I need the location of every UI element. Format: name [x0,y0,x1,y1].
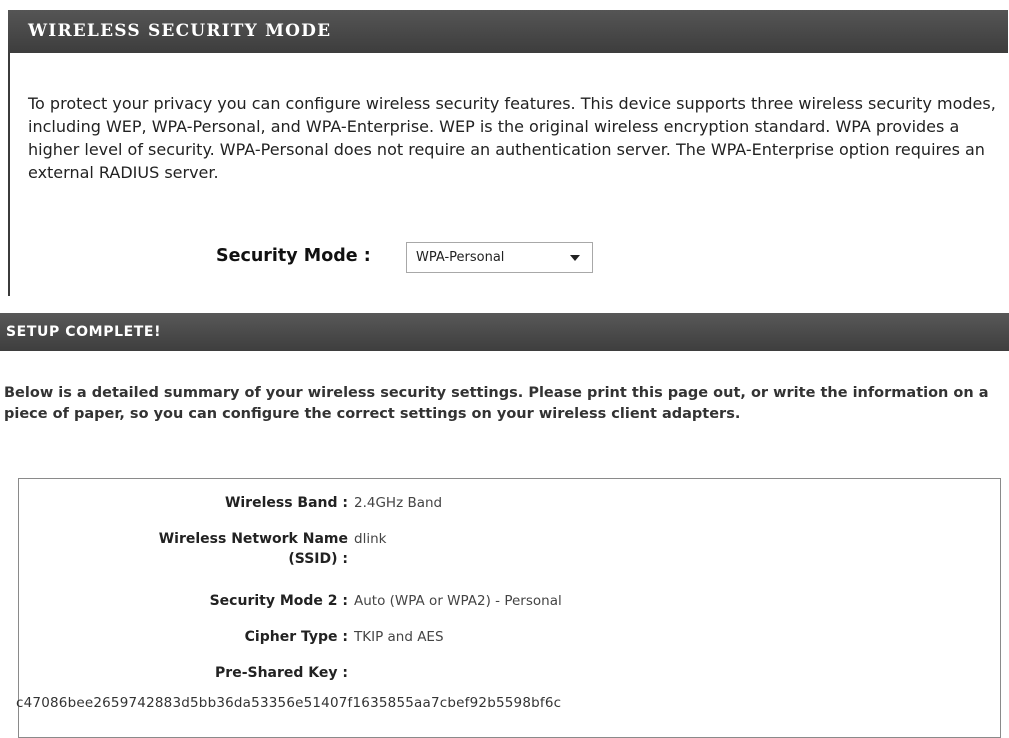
wireless-security-mode-panel: WIRELESS SECURITY MODE To protect your p… [8,10,1008,296]
setup-complete-title: SETUP COMPLETE! [0,313,1009,351]
network-name-label-line2: (SSID) : [288,551,348,567]
wireless-band-value: 2.4GHz Band [354,495,443,511]
cipher-type-value: TKIP and AES [354,629,444,645]
security-mode-select[interactable]: WPA-Personal [406,242,593,273]
pre-shared-key-value: c47086bee2659742883d5bb36da53356e51407f1… [16,695,562,711]
setup-complete-intro: Below is a detailed summary of your wire… [4,385,989,422]
security-mode-label: Security Mode : [216,246,371,266]
network-name-label-line1: Wireless Network Name [158,531,348,547]
security-mode-row: Security Mode : WPA-Personal [10,242,610,278]
pre-shared-key-label: Pre-Shared Key : [215,665,348,681]
security-mode-selected-value: WPA-Personal [416,250,505,265]
wireless-band-label: Wireless Band : [224,495,348,511]
network-name-value: dlink [354,531,387,547]
chevron-down-icon[interactable] [570,255,580,261]
cipher-type-label: Cipher Type : [244,629,348,645]
security-mode-2-value: Auto (WPA or WPA2) - Personal [354,593,562,609]
security-mode-2-label: Security Mode 2 : [209,593,348,609]
wireless-security-mode-title: WIRELESS SECURITY MODE [8,10,1008,53]
wireless-security-description: To protect your privacy you can configur… [28,94,996,182]
